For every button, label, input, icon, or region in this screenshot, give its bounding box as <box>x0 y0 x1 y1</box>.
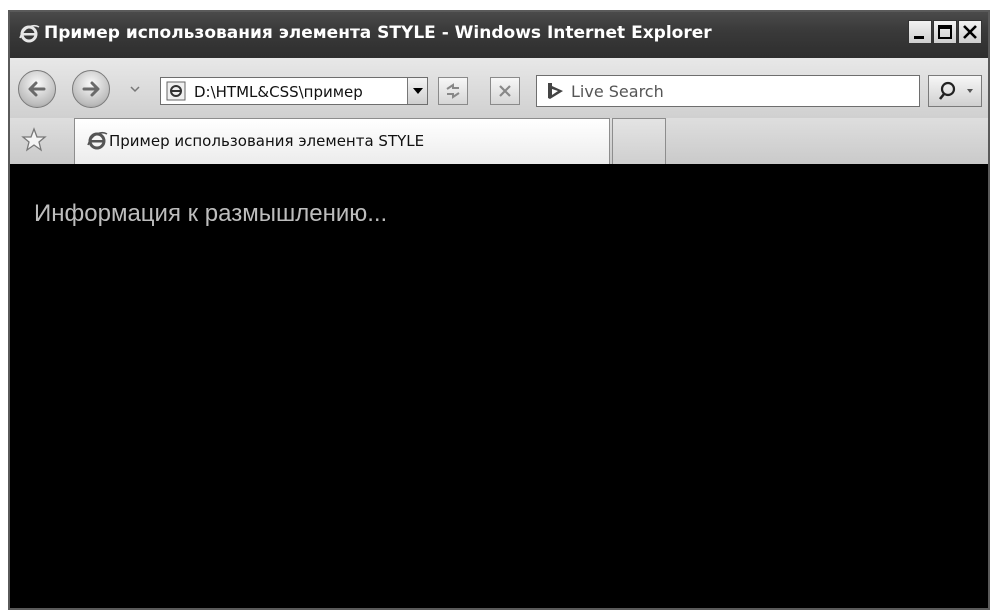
search-box[interactable] <box>536 75 920 107</box>
live-search-logo-icon <box>548 83 563 99</box>
star-icon[interactable] <box>20 126 48 154</box>
tab-bar: Пример использования элемента STYLE <box>10 118 988 164</box>
title-bar[interactable]: Пример использования элемента STYLE - Wi… <box>10 12 988 58</box>
minimize-button[interactable] <box>908 20 932 44</box>
ie-logo-icon <box>19 24 40 43</box>
address-toolbar: D:\HTML&CSS\пример <box>10 58 988 118</box>
stop-button[interactable] <box>490 77 520 105</box>
window-title: Пример использования элемента STYLE - Wi… <box>44 23 712 43</box>
recent-pages-dropdown-icon[interactable] <box>128 83 142 95</box>
ie-page-icon <box>166 81 186 101</box>
ie-logo-icon <box>87 131 108 150</box>
chevron-down-icon <box>413 88 423 94</box>
address-url: D:\HTML&CSS\пример <box>194 83 363 101</box>
back-button[interactable] <box>18 70 56 108</box>
close-button[interactable] <box>958 20 982 44</box>
forward-arrow-icon <box>82 81 100 97</box>
close-icon <box>963 25 977 39</box>
refresh-button[interactable] <box>438 77 468 105</box>
minimize-icon <box>914 36 924 39</box>
maximize-icon <box>938 25 952 39</box>
browser-window: Пример использования элемента STYLE - Wi… <box>8 10 990 610</box>
search-input[interactable] <box>571 78 911 104</box>
address-dropdown-button[interactable] <box>407 78 427 104</box>
back-arrow-icon <box>28 81 46 97</box>
forward-button[interactable] <box>72 70 110 108</box>
stop-icon <box>499 85 511 97</box>
new-tab-button[interactable] <box>612 118 666 164</box>
refresh-icon <box>446 83 460 99</box>
address-bar[interactable]: D:\HTML&CSS\пример <box>160 77 428 105</box>
maximize-button[interactable] <box>933 20 957 44</box>
search-button[interactable] <box>928 75 982 107</box>
page-content: Информация к размышлению... <box>10 164 988 608</box>
tab-active[interactable]: Пример использования элемента STYLE <box>74 118 610 164</box>
page-text: Информация к размышлению... <box>34 200 388 227</box>
magnifier-icon <box>938 81 973 100</box>
tab-label: Пример использования элемента STYLE <box>109 132 425 150</box>
